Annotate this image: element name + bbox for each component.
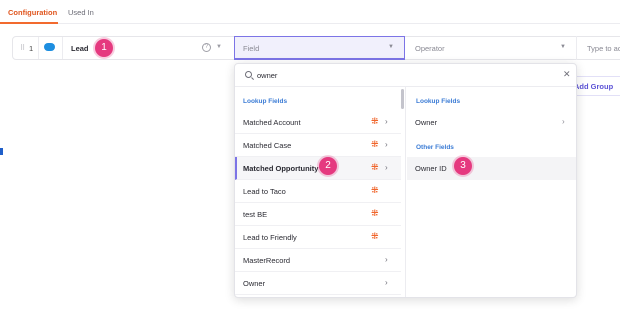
list-item-label: Matched Opportunity bbox=[243, 164, 319, 173]
active-tab-indicator bbox=[0, 22, 58, 24]
list-item-label: Lead to Friendly bbox=[243, 233, 297, 242]
search-bar: ✕ bbox=[235, 64, 576, 87]
value-input-placeholder[interactable]: Type to ad bbox=[587, 44, 620, 53]
callout-badge: 3 bbox=[454, 157, 472, 175]
search-input[interactable] bbox=[257, 69, 547, 82]
chevron-right-icon[interactable]: › bbox=[562, 117, 565, 126]
object-select-value[interactable]: Lead bbox=[71, 44, 89, 53]
callout-badge: 1 bbox=[95, 39, 113, 57]
chevron-down-icon[interactable]: ▼ bbox=[388, 44, 394, 50]
divider bbox=[38, 37, 39, 59]
list-item-lead-to-taco[interactable]: Lead to Taco ⁜ bbox=[235, 180, 401, 203]
drag-handle-icon[interactable]: ⠿ bbox=[20, 45, 28, 52]
list-item-label: Owner ID bbox=[415, 164, 447, 173]
list-item-label: Owner bbox=[415, 118, 438, 127]
help-icon[interactable]: ? bbox=[202, 43, 211, 52]
hubspot-sprocket-icon: ⁜ bbox=[371, 208, 379, 218]
search-icon bbox=[245, 71, 252, 78]
chevron-right-icon[interactable]: › bbox=[385, 140, 388, 149]
field-dropdown: ✕ Lookup Fields Matched Account ⁜ › Matc… bbox=[234, 63, 577, 298]
salesforce-cloud-icon bbox=[44, 43, 55, 51]
subfield-list: Lookup Fields Owner › Other Fields Owner… bbox=[407, 87, 576, 297]
tab-used-in[interactable]: Used In bbox=[68, 8, 94, 17]
field-list: Lookup Fields Matched Account ⁜ › Matche… bbox=[235, 87, 406, 297]
list-item-label: Lead to Taco bbox=[243, 187, 286, 196]
list-item-label: Matched Case bbox=[243, 141, 292, 150]
section-title-lookup-fields: Lookup Fields bbox=[243, 98, 288, 105]
add-group-label: Add Group bbox=[574, 82, 614, 91]
chevron-right-icon[interactable]: › bbox=[385, 255, 388, 264]
hubspot-sprocket-icon: ⁜ bbox=[371, 116, 379, 126]
hubspot-sprocket-icon: ⁜ bbox=[371, 139, 379, 149]
hubspot-sprocket-icon: ⁜ bbox=[371, 231, 379, 241]
list-item-lead-to-friendly[interactable]: Lead to Friendly ⁜ bbox=[235, 226, 401, 249]
chevron-down-icon[interactable]: ▼ bbox=[560, 44, 566, 50]
list-item-label: test BE bbox=[243, 210, 268, 219]
list-item-test-be[interactable]: test BE ⁜ bbox=[235, 203, 401, 226]
list-item-label: Owner bbox=[243, 279, 266, 288]
section-title-lookup-fields: Lookup Fields bbox=[416, 98, 461, 105]
list-item-masterrecord[interactable]: MasterRecord › bbox=[235, 249, 401, 272]
hubspot-sprocket-icon: ⁜ bbox=[371, 185, 379, 195]
scrollbar[interactable] bbox=[401, 89, 404, 109]
callout-badge: 2 bbox=[319, 157, 337, 175]
section-title-other-fields: Other Fields bbox=[416, 144, 454, 151]
close-icon[interactable]: ✕ bbox=[563, 69, 571, 80]
row-index: 1 bbox=[29, 44, 34, 53]
field-select-placeholder: Field bbox=[243, 44, 260, 53]
list-item-matched-case[interactable]: Matched Case ⁜ › bbox=[235, 134, 401, 157]
divider bbox=[62, 37, 63, 59]
chevron-right-icon[interactable]: › bbox=[385, 163, 388, 172]
list-item-label: MasterRecord bbox=[243, 256, 291, 265]
list-item-label: Matched Account bbox=[243, 118, 301, 127]
chevron-down-icon[interactable]: ▼ bbox=[216, 44, 222, 50]
field-select[interactable] bbox=[234, 36, 405, 60]
chevron-right-icon[interactable]: › bbox=[385, 117, 388, 126]
list-item-matched-account[interactable]: Matched Account ⁜ › bbox=[235, 111, 401, 134]
list-item-owner[interactable]: Owner › bbox=[235, 272, 401, 295]
chevron-right-icon[interactable]: › bbox=[385, 278, 388, 287]
list-item-matched-opportunity[interactable]: Matched Opportunity ⁜ › bbox=[235, 157, 401, 180]
list-item-owner[interactable]: Owner › bbox=[407, 111, 576, 134]
tab-bar: Configuration Used In bbox=[0, 0, 620, 24]
hubspot-sprocket-icon: ⁜ bbox=[371, 162, 379, 172]
list-item-owner-id[interactable]: Owner ID bbox=[407, 157, 576, 180]
tab-configuration[interactable]: Configuration bbox=[8, 8, 57, 17]
operator-select-placeholder: Operator bbox=[415, 44, 445, 53]
edge-marker bbox=[0, 148, 3, 155]
